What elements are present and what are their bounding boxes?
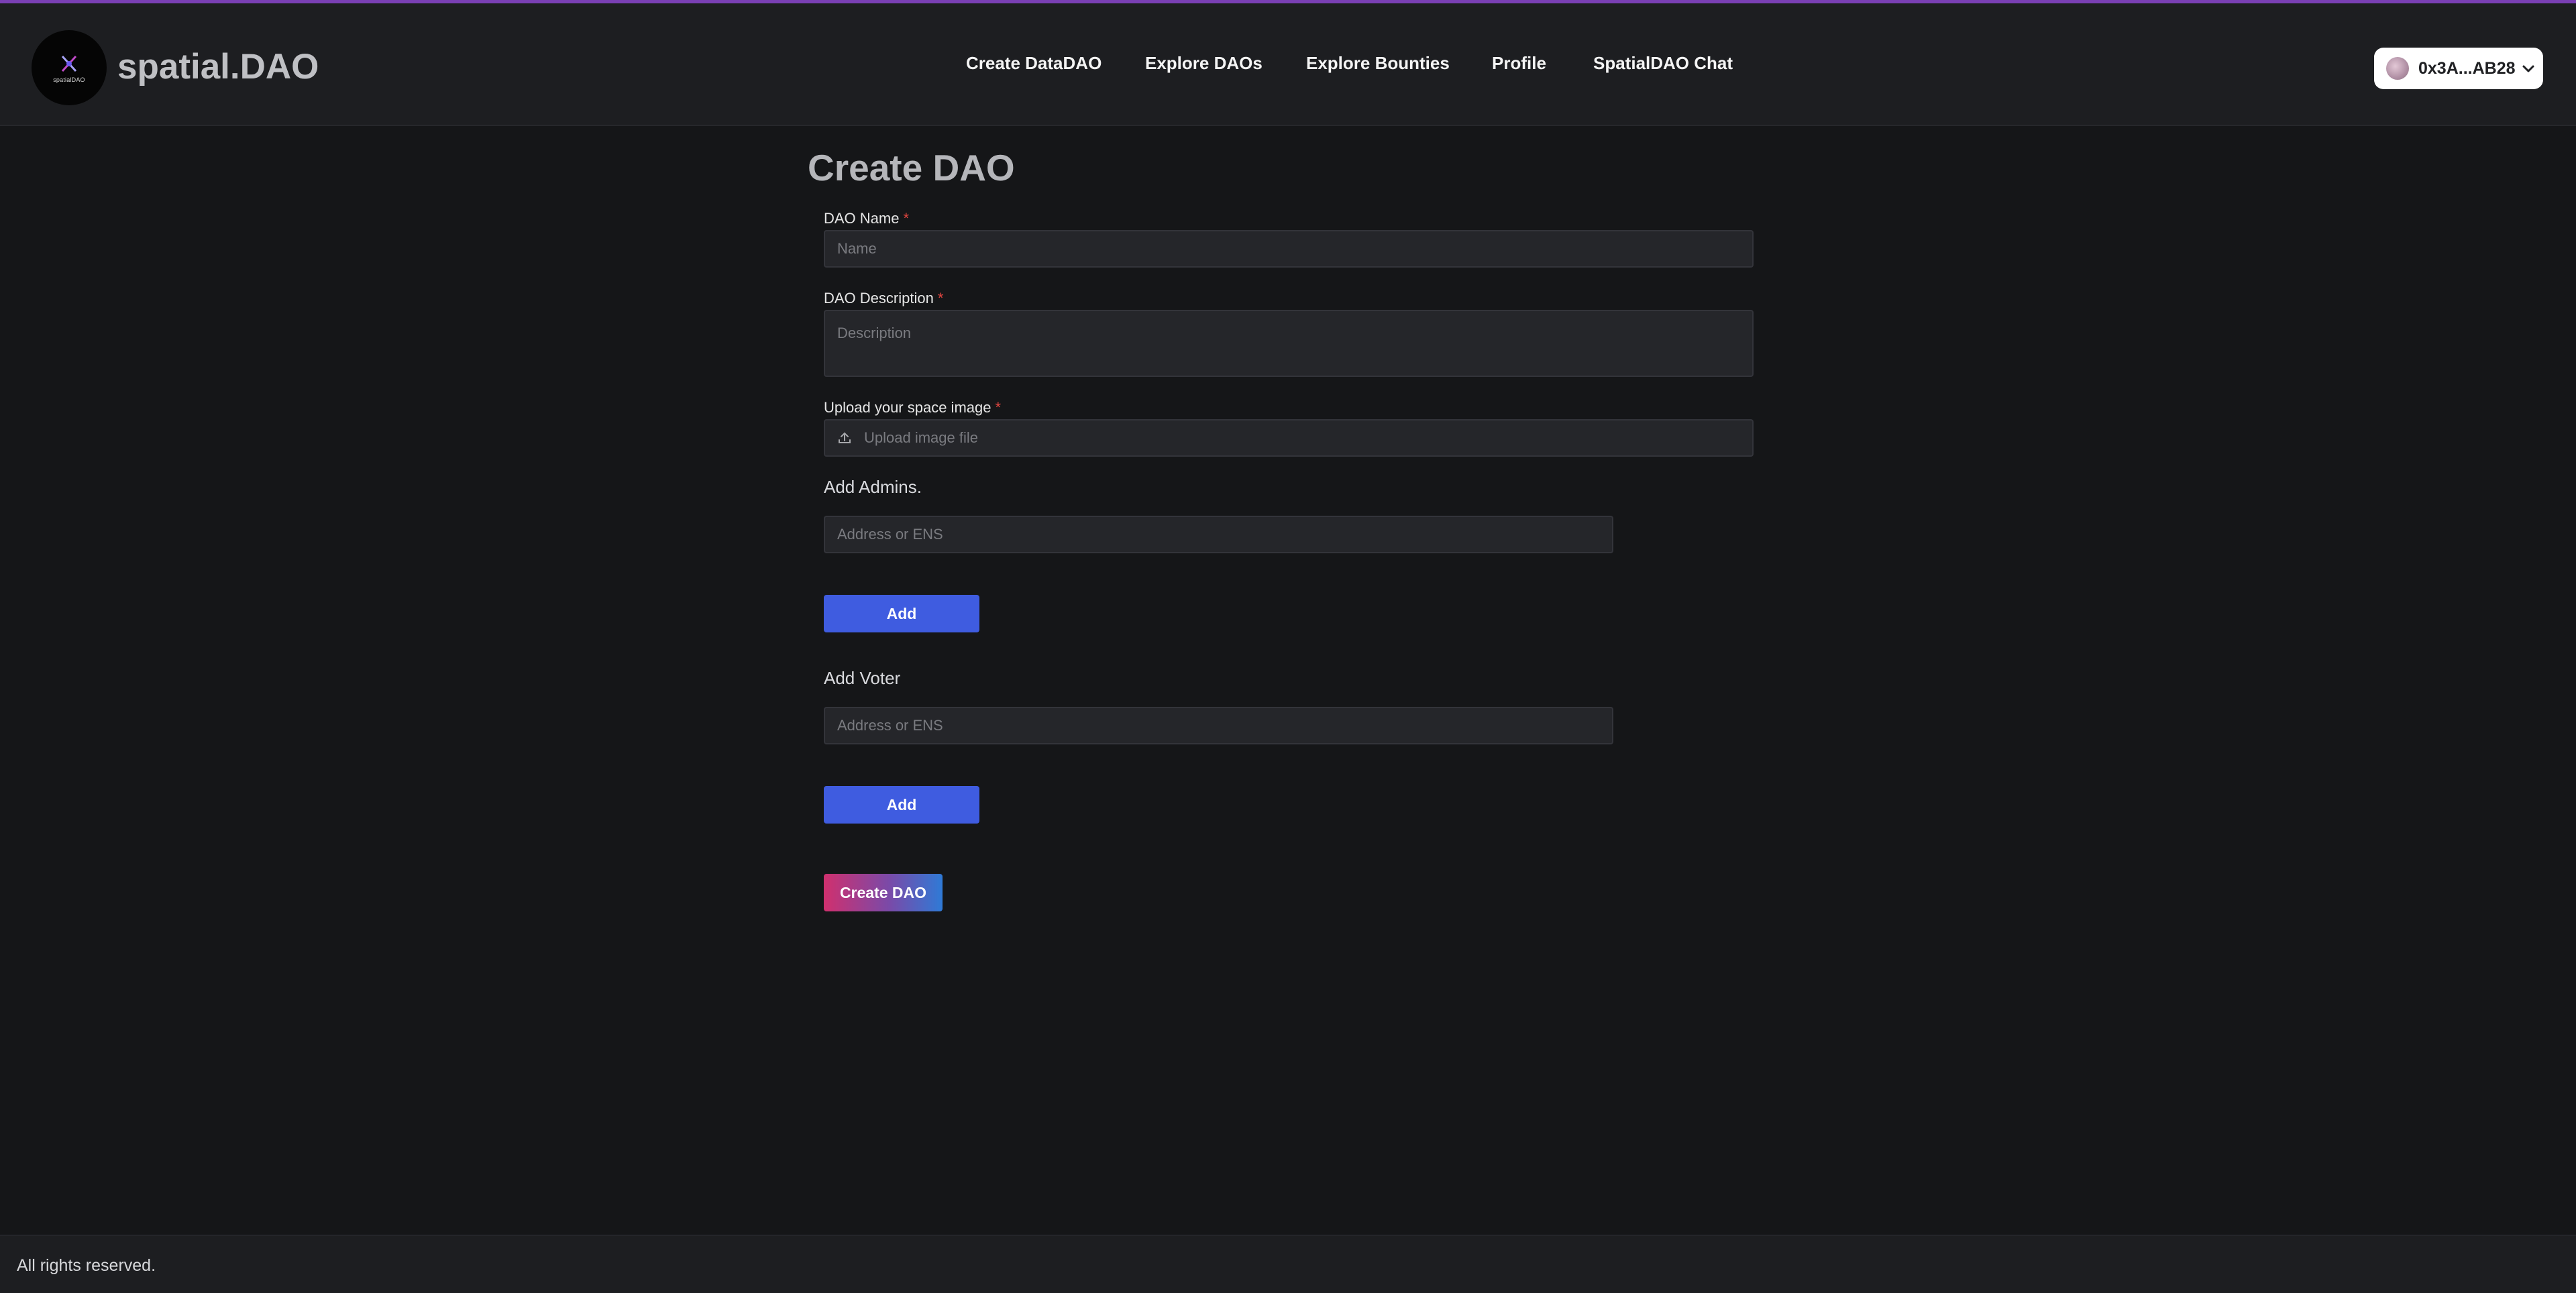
chevron-down-icon bbox=[2522, 65, 2534, 72]
space-image-label: Upload your space image * bbox=[824, 399, 1002, 416]
admin-address-placeholder: Address or ENS bbox=[837, 526, 943, 543]
dao-description-textarea[interactable]: Description bbox=[824, 310, 1754, 377]
top-navbar: spatialDAO spatial.DAO Create DataDAO Ex… bbox=[0, 3, 2576, 126]
footer: All rights reserved. bbox=[0, 1235, 2576, 1293]
main-nav: Create DataDAO Explore DAOs Explore Boun… bbox=[0, 53, 2576, 80]
dao-description-placeholder: Description bbox=[837, 325, 912, 341]
nav-profile[interactable]: Profile bbox=[1492, 53, 1546, 74]
dao-name-placeholder: Name bbox=[837, 240, 877, 257]
required-mark: * bbox=[937, 290, 944, 306]
space-image-upload[interactable]: Upload image file bbox=[824, 419, 1754, 457]
required-mark: * bbox=[903, 210, 910, 227]
required-mark: * bbox=[995, 399, 1002, 416]
footer-copyright: All rights reserved. bbox=[17, 1256, 156, 1275]
add-admin-button[interactable]: Add bbox=[824, 595, 979, 632]
page-title: Create DAO bbox=[808, 147, 1015, 188]
add-admins-label: Add Admins. bbox=[824, 477, 922, 497]
nav-spatialdao-chat[interactable]: SpatialDAO Chat bbox=[1593, 53, 1733, 74]
wallet-avatar bbox=[2386, 57, 2409, 80]
dao-description-label: DAO Description * bbox=[824, 290, 944, 306]
nav-create-datadao[interactable]: Create DataDAO bbox=[966, 53, 1102, 74]
add-voter-label: Add Voter bbox=[824, 668, 901, 688]
wallet-address: 0x3A...AB28 bbox=[2418, 58, 2516, 78]
space-image-placeholder: Upload image file bbox=[864, 429, 978, 446]
dao-name-input[interactable]: Name bbox=[824, 230, 1754, 268]
create-dao-button[interactable]: Create DAO bbox=[824, 874, 943, 911]
nav-explore-bounties[interactable]: Explore Bounties bbox=[1306, 53, 1450, 74]
wallet-button[interactable]: 0x3A...AB28 bbox=[2374, 48, 2543, 89]
nav-explore-daos[interactable]: Explore DAOs bbox=[1145, 53, 1263, 74]
voter-address-input[interactable]: Address or ENS bbox=[824, 707, 1613, 744]
dao-name-label: DAO Name * bbox=[824, 210, 910, 227]
voter-address-placeholder: Address or ENS bbox=[837, 717, 943, 734]
upload-icon bbox=[839, 432, 851, 443]
admin-address-input[interactable]: Address or ENS bbox=[824, 516, 1613, 553]
add-voter-button[interactable]: Add bbox=[824, 786, 979, 824]
